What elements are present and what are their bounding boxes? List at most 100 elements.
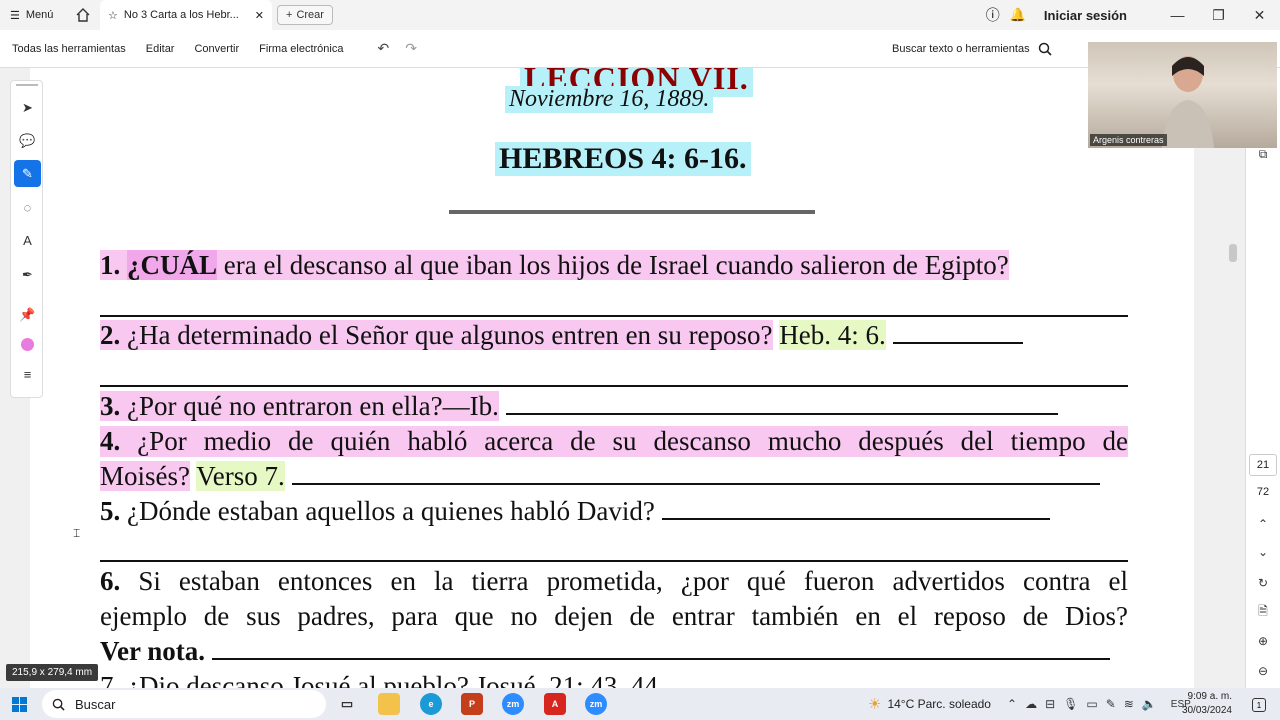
q3-number: 3. [100, 391, 121, 421]
plus-icon: + [286, 9, 293, 21]
question-4-line-2: Moisés? Verso 7. [100, 461, 1100, 492]
taskbar-search[interactable]: Buscar [42, 690, 326, 718]
page-size-indicator: 215,9 x 279,4 mm [6, 664, 99, 681]
question-3: 3. ¿Por qué no entraron en ella?—Ib. [100, 391, 1058, 422]
q4-text-2: Moisés? [100, 461, 190, 491]
usb-icon[interactable]: ⊟ [1045, 697, 1055, 711]
undo-icon[interactable]: ↶ [369, 40, 397, 57]
color-picker-icon[interactable] [14, 331, 41, 358]
current-page-input[interactable]: 21 [1249, 454, 1277, 476]
question-6-note: Ver nota. [100, 636, 1110, 667]
question-5: 5. ¿Dónde estaban aquellos a quienes hab… [100, 496, 1050, 527]
tab-title: No 3 Carta a los Hebr... [123, 9, 239, 21]
edit-button[interactable]: Editar [136, 43, 185, 55]
q2-number: 2. [100, 320, 121, 350]
pen-icon[interactable]: ✎ [1106, 697, 1116, 711]
q6-text-2: ejemplo de sus padres, para que no dejen… [100, 601, 1128, 631]
signin-button[interactable]: Iniciar sesión [1044, 8, 1127, 23]
redo-icon[interactable]: ↷ [397, 40, 425, 57]
add-comment-icon[interactable]: 💬 [14, 127, 41, 154]
edge-icon[interactable]: e [420, 693, 442, 715]
help-icon[interactable]: ⓘ [986, 5, 1000, 25]
notification-badge[interactable]: 1 [1252, 698, 1266, 712]
q6-blank [211, 640, 1110, 660]
clock[interactable]: 9:09 a. m. 30/03/2024 [1178, 690, 1232, 718]
close-tab-icon[interactable]: ✕ [255, 9, 264, 22]
answer-line-5 [100, 560, 1128, 562]
clock-date: 30/03/2024 [1181, 705, 1232, 716]
menu-label: Menú [25, 9, 54, 21]
battery-icon[interactable]: ▭ [1086, 697, 1097, 711]
highlight-tool-icon[interactable]: ✎ [14, 160, 41, 187]
notifications-icon[interactable]: 🔔 [1010, 7, 1026, 23]
q1-keyword: ¿CUÁL [127, 250, 218, 280]
q5-number: 5. [100, 496, 121, 526]
create-label: Crear [296, 9, 324, 21]
microphone-icon[interactable]: 🎙 [1063, 697, 1078, 711]
question-6-line-1: 6. Si estaban entonces en la tierra prom… [100, 566, 1128, 597]
convert-button[interactable]: Convertir [184, 43, 249, 55]
draw-freeform-icon[interactable]: ◌ [14, 194, 41, 221]
previous-page-icon[interactable]: ⌃ [1250, 514, 1276, 534]
weather-text: 14°C Parc. soleado [887, 697, 991, 711]
close-window-button[interactable]: ✕ [1239, 0, 1280, 30]
q4-blank [291, 465, 1100, 485]
total-pages: 72 [1256, 486, 1270, 498]
weather-widget[interactable]: ☀ 14°C Parc. soleado [868, 688, 991, 720]
zoom-icon-1[interactable]: zm [502, 693, 524, 715]
q2-text: ¿Ha determinado el Señor que algunos ent… [127, 320, 773, 350]
q1-number: 1. [100, 250, 121, 280]
zoom-out-icon[interactable]: ⊖ [1250, 661, 1276, 681]
rail-grip [16, 84, 38, 86]
restore-button[interactable]: ❐ [1198, 0, 1239, 30]
more-options-icon[interactable]: ≡ [14, 361, 41, 388]
question-4-line-1: 4. ¿Por medio de quién habló acerca de s… [100, 426, 1128, 457]
system-tray[interactable]: ⌃ ☁ ⊟ 🎙 ▭ ✎ ≋ 🔈 ESP [1007, 688, 1191, 720]
zoom-icon-2[interactable]: zm [585, 693, 607, 715]
all-tools-button[interactable]: Todas las herramientas [0, 43, 136, 55]
q4-text-1: ¿Por medio de quién habló acerca de su d… [137, 426, 1128, 456]
right-nav-rail: ⧉ 21 72 ⌃ ⌄ ↻ 🗎 ⊕ ⊖ [1245, 68, 1280, 688]
search-tools-label: Buscar texto o herramientas [892, 43, 1030, 55]
tray-chevron-icon[interactable]: ⌃ [1007, 697, 1017, 711]
page-settings-icon[interactable]: 🗎 [1250, 602, 1276, 622]
q6-text-1: Si estaban entonces en la tierra prometi… [138, 566, 1129, 596]
vertical-scrollbar[interactable] [1226, 68, 1240, 688]
powerpoint-icon[interactable]: P [461, 693, 483, 715]
color-swatch [21, 338, 34, 351]
pdf-page: LECCIÓN VII. Noviembre 16, 1889. HEBREOS… [30, 68, 1194, 688]
weather-icon: ☀ [868, 696, 882, 713]
windows-taskbar: Buscar ▭ e P zm A zm ☀ 14°C Parc. solead… [0, 688, 1280, 720]
pin-icon[interactable]: 📌 [14, 301, 41, 328]
next-page-icon[interactable]: ⌄ [1250, 542, 1276, 562]
esign-button[interactable]: Firma electrónica [249, 43, 353, 55]
home-icon [76, 8, 90, 22]
lesson-heading: HEBREOS 4: 6-16. [495, 142, 751, 176]
task-view-icon[interactable]: ▭ [336, 693, 358, 715]
menu-button[interactable]: ☰ Menú [0, 0, 63, 30]
volume-icon[interactable]: 🔈 [1142, 697, 1157, 711]
text-box-icon[interactable]: A [14, 227, 41, 254]
text-cursor-icon: ⌶ [73, 526, 81, 540]
star-icon[interactable]: ☆ [108, 9, 118, 22]
zoom-in-icon[interactable]: ⊕ [1250, 631, 1276, 651]
minimize-button[interactable]: — [1157, 0, 1198, 30]
video-call-thumbnail[interactable]: Argenis contreras [1088, 42, 1277, 148]
wifi-icon[interactable]: ≋ [1124, 697, 1134, 711]
q2-reference: Heb. 4: 6. [779, 320, 886, 350]
scroll-thumb[interactable] [1229, 244, 1237, 262]
file-explorer-icon[interactable] [378, 693, 400, 715]
select-tool-icon[interactable]: ➤ [14, 94, 41, 121]
onedrive-icon[interactable]: ☁ [1025, 697, 1037, 711]
q3-blank [505, 395, 1058, 415]
create-button[interactable]: + Crear [277, 5, 333, 25]
sign-icon[interactable]: ✒ [14, 261, 41, 288]
search-tools[interactable]: Buscar texto o herramientas [892, 30, 1052, 68]
acrobat-icon[interactable]: A [544, 693, 566, 715]
hamburger-icon: ☰ [10, 9, 20, 22]
home-button[interactable] [68, 0, 98, 30]
windows-start-icon[interactable] [12, 697, 27, 712]
q1-text: era el descanso al que iban los hijos de… [223, 250, 1009, 280]
document-tab[interactable]: ☆ No 3 Carta a los Hebr... ✕ [100, 0, 272, 30]
refresh-icon[interactable]: ↻ [1250, 573, 1276, 593]
